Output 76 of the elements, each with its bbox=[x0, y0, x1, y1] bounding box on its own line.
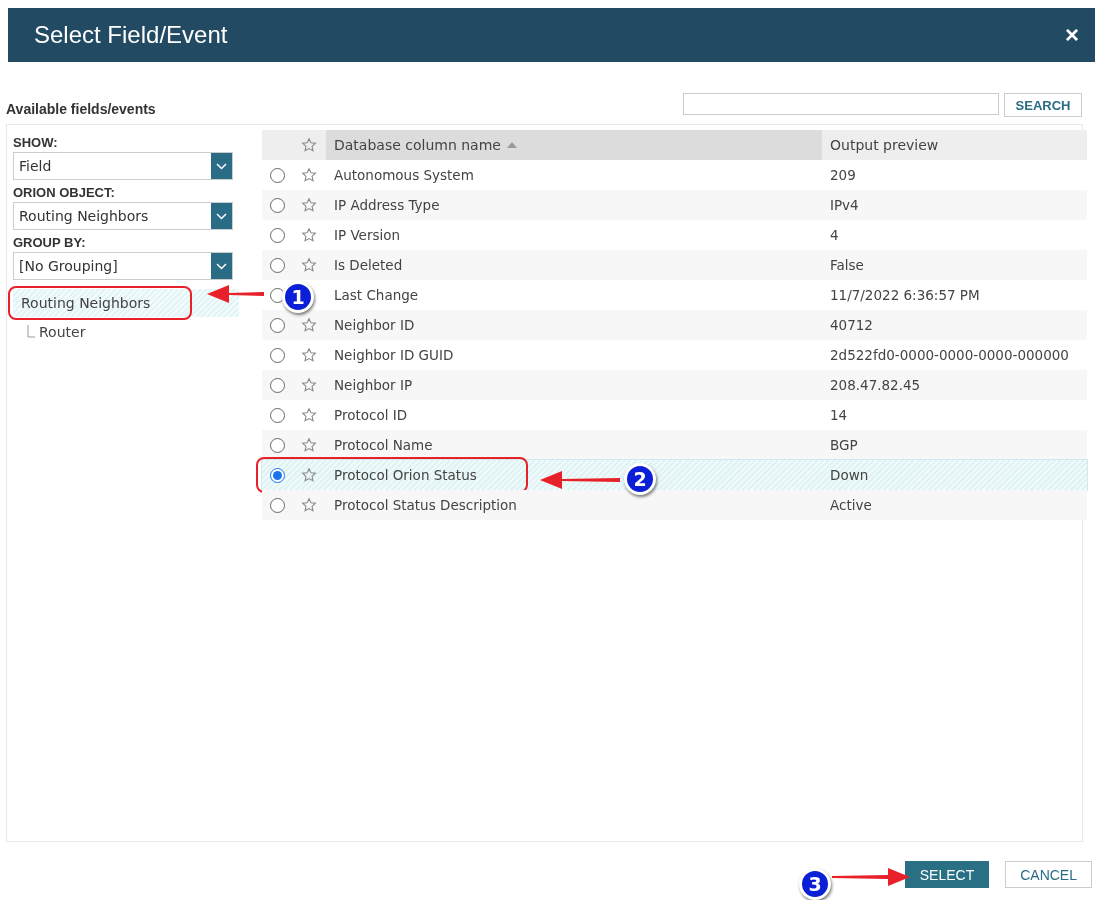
star-icon[interactable] bbox=[301, 257, 317, 273]
filter-label: SHOW: bbox=[13, 135, 59, 150]
sort-ascending-icon bbox=[506, 142, 517, 148]
table-cell-text: 11/7/2022 6:36:57 PM bbox=[829, 287, 980, 303]
radio-button[interactable] bbox=[269, 197, 285, 213]
table-cell-text: Last Change bbox=[333, 287, 419, 303]
table-cell-text: 14 bbox=[829, 407, 848, 423]
table-cell-text: 40712 bbox=[829, 317, 873, 333]
radio-button[interactable] bbox=[269, 467, 285, 483]
dialog-title: Select Field/Event bbox=[34, 21, 228, 49]
table-cell-text: 4 bbox=[829, 227, 839, 243]
radio-button[interactable] bbox=[269, 317, 285, 333]
dropdown[interactable]: Field bbox=[13, 152, 233, 180]
star-icon[interactable] bbox=[301, 197, 317, 213]
tree-item[interactable]: Router bbox=[39, 324, 86, 340]
table-cell-text: Protocol Status Description bbox=[333, 497, 517, 513]
select-button[interactable]: SELECT bbox=[904, 861, 990, 888]
table-cell-text: Protocol Orion Status bbox=[333, 467, 477, 483]
star-icon[interactable] bbox=[301, 467, 317, 483]
radio-button[interactable] bbox=[269, 407, 285, 423]
dropdown[interactable]: [No Grouping] bbox=[13, 252, 233, 280]
table-cell-text: Neighbor ID bbox=[333, 317, 415, 333]
table-cell-text: Protocol Name bbox=[333, 437, 433, 453]
radio-button[interactable] bbox=[269, 167, 285, 183]
radio-button[interactable] bbox=[269, 437, 285, 453]
table-row[interactable]: Is Deleted False bbox=[262, 250, 1087, 280]
table-cell-text: Is Deleted bbox=[333, 257, 403, 273]
table-cell-text: 208.47.82.45 bbox=[829, 377, 921, 393]
step-number-badge: 3 bbox=[799, 868, 831, 900]
filter-label: GROUP BY: bbox=[13, 235, 87, 250]
table-cell-text: IP Version bbox=[333, 227, 401, 243]
tree-connector-icon bbox=[27, 325, 35, 339]
star-icon[interactable] bbox=[301, 497, 317, 513]
search-button[interactable]: SEARCH bbox=[1004, 93, 1082, 117]
table-row[interactable]: IP Address Type IPv4 bbox=[262, 190, 1087, 220]
star-icon[interactable] bbox=[301, 437, 317, 453]
radio-button[interactable] bbox=[269, 257, 285, 273]
star-icon[interactable] bbox=[301, 167, 317, 183]
table-cell-text: BGP bbox=[829, 437, 858, 453]
table-row[interactable]: Protocol Name BGP bbox=[262, 430, 1087, 460]
table-row[interactable]: Protocol Status Description Active bbox=[262, 490, 1087, 520]
filter-label: ORION OBJECT: bbox=[13, 185, 116, 200]
star-icon[interactable] bbox=[301, 377, 317, 393]
star-icon[interactable] bbox=[301, 227, 317, 243]
star-icon[interactable] bbox=[301, 137, 317, 153]
radio-button[interactable] bbox=[269, 497, 285, 513]
radio-button[interactable] bbox=[269, 377, 285, 393]
dropdown[interactable]: Routing Neighbors bbox=[13, 202, 233, 230]
table-cell-text: Autonomous System bbox=[333, 167, 474, 183]
table-cell-text: False bbox=[829, 257, 864, 273]
table-cell-text: IPv4 bbox=[829, 197, 859, 213]
radio-button[interactable] bbox=[269, 227, 285, 243]
section-title: Available fields/events bbox=[6, 101, 156, 117]
table-cell-text: Active bbox=[829, 497, 872, 513]
arrow bbox=[207, 285, 264, 303]
table-cell-text: 209 bbox=[829, 167, 856, 183]
chevron-down-icon[interactable] bbox=[211, 203, 232, 229]
table-cell-text: IP Address Type bbox=[333, 197, 440, 213]
chevron-down-icon[interactable] bbox=[211, 253, 232, 279]
column-header[interactable]: Database column name bbox=[326, 130, 822, 160]
table-cell-text: Down bbox=[829, 467, 869, 483]
table-row[interactable]: Neighbor IP 208.47.82.45 bbox=[262, 370, 1087, 400]
chevron-down-icon[interactable] bbox=[211, 153, 232, 179]
table-row[interactable]: Neighbor ID 40712 bbox=[262, 310, 1087, 340]
star-icon[interactable] bbox=[301, 407, 317, 423]
search-field[interactable] bbox=[683, 93, 999, 115]
table-cell-text: Neighbor ID GUID bbox=[333, 347, 454, 363]
cancel-button[interactable]: CANCEL bbox=[1005, 861, 1092, 888]
star-icon[interactable] bbox=[301, 347, 317, 363]
close-button[interactable]: × bbox=[1063, 21, 1081, 49]
table-cell-text: Neighbor IP bbox=[333, 377, 413, 393]
radio-button[interactable] bbox=[269, 347, 285, 363]
table-cell-text: Protocol ID bbox=[333, 407, 408, 423]
star-icon[interactable] bbox=[301, 317, 317, 333]
table-cell-text: 2d522fd0-0000-0000-0000-000000 bbox=[829, 347, 1069, 363]
radio-button[interactable] bbox=[269, 287, 285, 303]
